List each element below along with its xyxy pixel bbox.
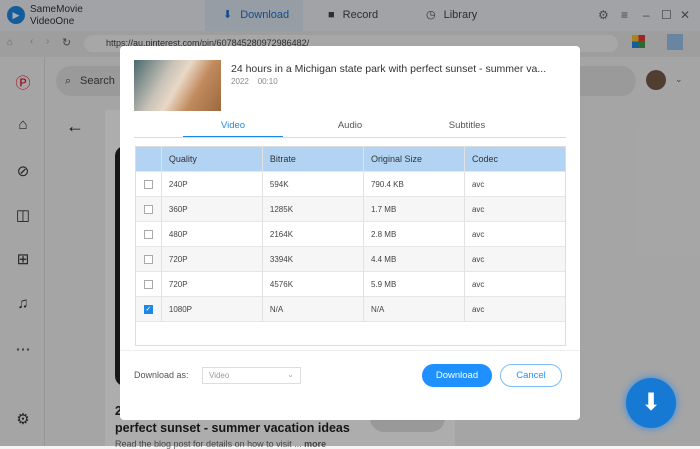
checkbox-cell [136, 179, 161, 189]
checkbox-cell: ✓ [136, 304, 161, 314]
row-checkbox[interactable] [143, 254, 153, 264]
table-header: Quality Bitrate Original Size Codec [136, 147, 565, 172]
cell-size: 790.4 KB [362, 172, 464, 196]
video-duration: 00:10 [257, 77, 278, 86]
table-row[interactable]: ✓ 1080P N/A N/A avc [136, 297, 565, 322]
cell-size: 5.9 MB [362, 272, 464, 296]
column-codec: Codec [463, 147, 565, 171]
table-row[interactable]: 720P 4576K 5.9 MB avc [136, 272, 565, 297]
cell-codec: avc [463, 197, 565, 221]
cell-bitrate: 2164K [261, 222, 363, 246]
column-bitrate: Bitrate [261, 147, 363, 171]
table-row[interactable]: 360P 1285K 1.7 MB avc [136, 197, 565, 222]
checkbox-cell [136, 229, 161, 239]
cell-quality: 480P [160, 222, 262, 246]
cell-quality: 360P [160, 197, 262, 221]
download-fab[interactable]: ⬇ [626, 378, 676, 428]
row-checkbox[interactable] [143, 179, 153, 189]
tab-audio[interactable]: Audio [300, 120, 400, 138]
row-checkbox[interactable] [143, 229, 153, 239]
tab-divider [134, 137, 566, 138]
cell-bitrate: 3394K [261, 247, 363, 271]
download-icon: ⬇ [640, 389, 662, 416]
video-meta: 2022 00:10 [231, 77, 278, 86]
chevron-down-icon: ⌄ [287, 370, 294, 379]
cell-quality: 240P [160, 172, 262, 196]
cell-size: 2.8 MB [362, 222, 464, 246]
tab-video[interactable]: Video [183, 120, 283, 138]
row-checkbox[interactable] [143, 279, 153, 289]
video-year: 2022 [231, 77, 249, 86]
table-row[interactable]: 240P 594K 790.4 KB avc [136, 172, 565, 197]
quality-table: Quality Bitrate Original Size Codec 240P… [135, 146, 566, 346]
table-row[interactable]: 720P 3394K 4.4 MB avc [136, 247, 565, 272]
cell-bitrate: N/A [261, 297, 363, 321]
cell-codec: avc [463, 272, 565, 296]
cancel-button[interactable]: Cancel [500, 364, 562, 387]
cell-size: 4.4 MB [362, 247, 464, 271]
row-checkbox[interactable]: ✓ [143, 304, 153, 314]
cell-codec: avc [463, 297, 565, 321]
cell-bitrate: 594K [261, 172, 363, 196]
cell-codec: avc [463, 222, 565, 246]
cell-size: N/A [362, 297, 464, 321]
cell-bitrate: 1285K [261, 197, 363, 221]
cell-size: 1.7 MB [362, 197, 464, 221]
download-dialog: 24 hours in a Michigan state park with p… [120, 46, 580, 420]
table-row[interactable]: 480P 2164K 2.8 MB avc [136, 222, 565, 247]
checkbox-cell [136, 204, 161, 214]
column-quality: Quality [160, 147, 262, 171]
cell-quality: 720P [160, 247, 262, 271]
download-as-label: Download as: [134, 370, 189, 380]
video-thumbnail [134, 60, 221, 111]
cell-quality: 720P [160, 272, 262, 296]
column-original-size: Original Size [362, 147, 464, 171]
footer-divider [120, 350, 580, 351]
video-title: 24 hours in a Michigan state park with p… [231, 63, 547, 75]
checkbox-cell [136, 254, 161, 264]
cell-codec: avc [463, 247, 565, 271]
checkbox-cell [136, 279, 161, 289]
row-checkbox[interactable] [143, 204, 153, 214]
tab-subtitles[interactable]: Subtitles [417, 120, 517, 138]
download-as-select[interactable]: Video ⌄ [202, 367, 301, 384]
cell-quality: 1080P [160, 297, 262, 321]
download-as-value: Video [209, 371, 230, 380]
cell-bitrate: 4576K [261, 272, 363, 296]
cell-codec: avc [463, 172, 565, 196]
download-button[interactable]: Download [422, 364, 492, 387]
